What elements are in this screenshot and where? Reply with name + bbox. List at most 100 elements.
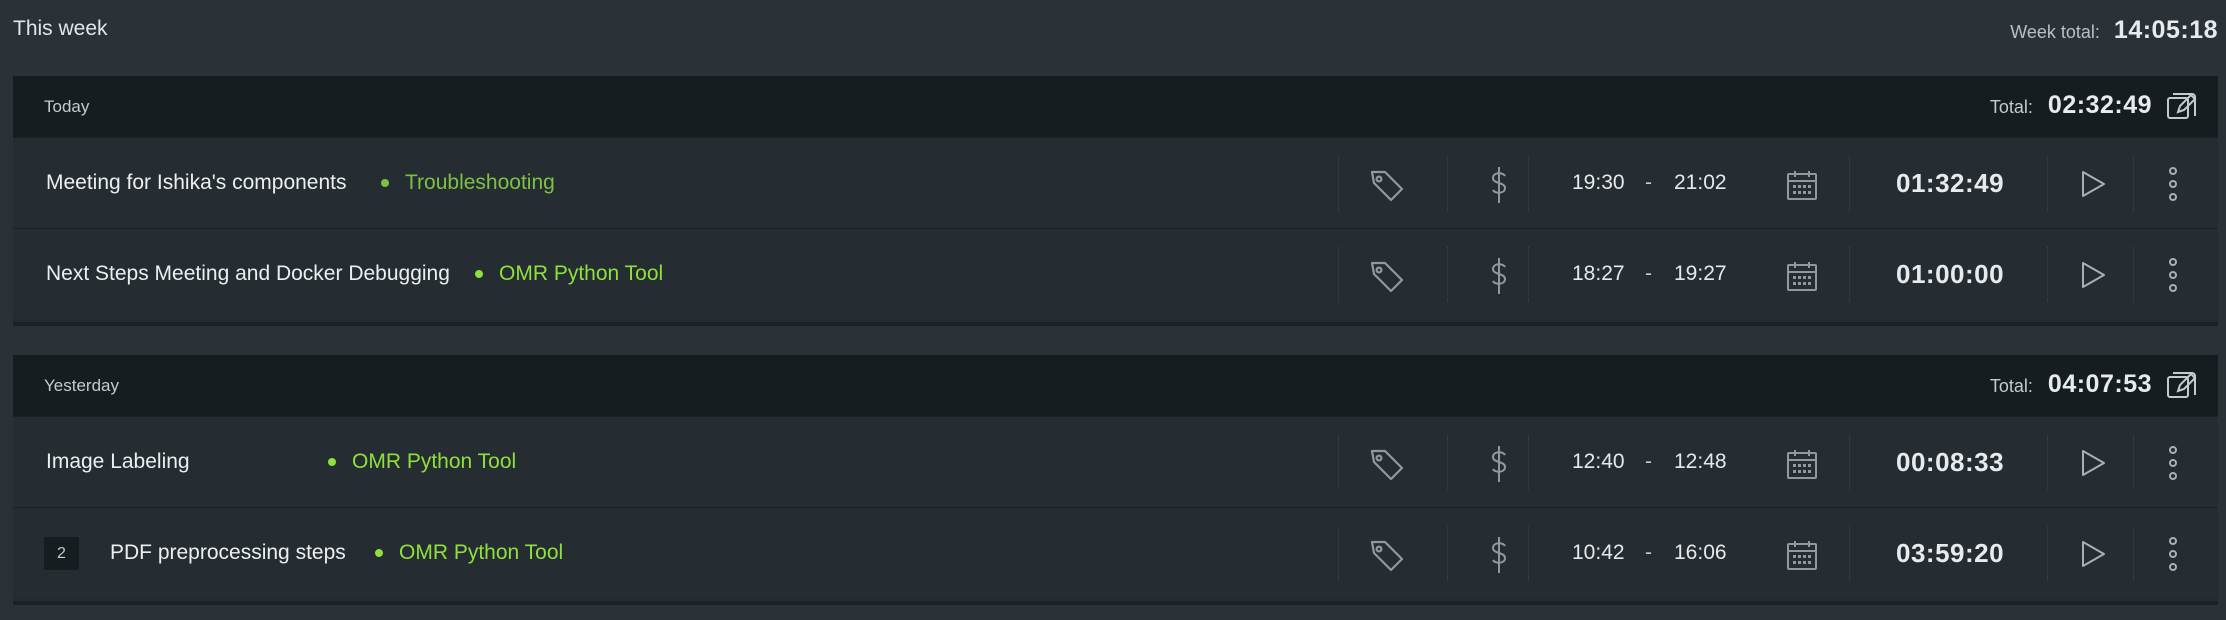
dollar-icon[interactable] [1490, 444, 1508, 489]
tag-icon[interactable] [1369, 259, 1405, 298]
tag-icon[interactable] [1369, 447, 1405, 486]
day-group-yesterday: Yesterday Total: 04:07:53 Image Labeling… [13, 355, 2218, 605]
divider [1528, 526, 1529, 581]
end-time[interactable]: 21:02 [1674, 171, 1727, 195]
divider [2133, 247, 2134, 302]
week-header: This week Week total: 14:05:18 [0, 0, 2226, 76]
bulk-edit-icon[interactable] [2166, 92, 2198, 122]
divider [1849, 526, 1850, 581]
project-dot [381, 179, 389, 187]
time-entry-row[interactable]: Image Labeling OMR Python Tool 12:40 - 1… [13, 416, 2218, 507]
calendar-icon[interactable] [1786, 448, 1818, 485]
divider [1447, 156, 1448, 211]
dollar-icon[interactable] [1490, 165, 1508, 210]
project-dot [328, 458, 336, 466]
day-total: Total: 04:07:53 [1990, 370, 2152, 399]
play-icon[interactable] [2080, 449, 2106, 482]
divider [1849, 156, 1850, 211]
divider [1447, 435, 1448, 490]
day-label: Yesterday [44, 376, 119, 395]
entry-duration[interactable]: 03:59:20 [1896, 538, 2004, 569]
day-total-label: Total: [1989, 97, 2033, 117]
divider [1849, 435, 1850, 490]
day-header: Yesterday Total: 04:07:53 [13, 355, 2218, 416]
time-dash: - [1645, 450, 1652, 473]
calendar-icon[interactable] [1786, 539, 1818, 576]
dollar-icon[interactable] [1490, 535, 1508, 580]
entry-project[interactable]: OMR Python Tool [475, 262, 663, 286]
divider [2047, 156, 2048, 211]
end-time[interactable]: 16:06 [1674, 541, 1727, 565]
divider [2047, 526, 2048, 581]
start-time[interactable]: 19:30 [1572, 171, 1625, 195]
entry-project[interactable]: OMR Python Tool [375, 541, 563, 565]
day-label: Today [44, 97, 90, 116]
entries-list: Image Labeling OMR Python Tool 12:40 - 1… [13, 416, 2218, 598]
play-icon[interactable] [2080, 540, 2106, 573]
project-name: OMR Python Tool [399, 541, 564, 564]
play-icon[interactable] [2080, 261, 2106, 294]
entry-duration[interactable]: 00:08:33 [1896, 447, 2004, 478]
project-dot [375, 549, 383, 557]
time-dash: - [1645, 171, 1652, 194]
entry-description[interactable]: PDF preprocessing steps [110, 541, 346, 565]
divider [1849, 247, 1850, 302]
divider [2133, 526, 2134, 581]
more-vertical-icon[interactable] [2168, 445, 2178, 486]
calendar-icon[interactable] [1786, 169, 1818, 206]
divider [1338, 526, 1339, 581]
tag-icon[interactable] [1369, 168, 1405, 207]
play-icon[interactable] [2080, 170, 2106, 203]
project-dot [475, 270, 483, 278]
time-dash: - [1645, 262, 1652, 285]
week-total-value: 14:05:18 [2113, 16, 2218, 44]
day-total-value: 02:32:49 [2047, 91, 2152, 119]
project-name: Troubleshooting [405, 171, 555, 194]
day-total-label: Total: [1989, 376, 2033, 396]
divider [2047, 247, 2048, 302]
day-total-value: 04:07:53 [2047, 370, 2152, 398]
entry-project[interactable]: Troubleshooting [381, 171, 555, 195]
week-title: This week [13, 17, 108, 40]
project-name: OMR Python Tool [352, 450, 517, 473]
divider [2133, 156, 2134, 211]
divider [1528, 247, 1529, 302]
divider [1447, 526, 1448, 581]
divider [1338, 156, 1339, 211]
divider [1528, 156, 1529, 211]
end-time[interactable]: 12:48 [1674, 450, 1727, 474]
calendar-icon[interactable] [1786, 260, 1818, 297]
start-time[interactable]: 18:27 [1572, 262, 1625, 286]
entry-duration[interactable]: 01:00:00 [1896, 259, 2004, 290]
week-total: Week total: 14:05:18 [2010, 16, 2218, 45]
divider [1528, 435, 1529, 490]
divider [2047, 435, 2048, 490]
time-entry-row[interactable]: 2 PDF preprocessing steps OMR Python Too… [13, 507, 2218, 598]
start-time[interactable]: 12:40 [1572, 450, 1625, 474]
bulk-edit-icon[interactable] [2166, 371, 2198, 401]
day-group-today: Today Total: 02:32:49 Meeting for Ishika… [13, 76, 2218, 326]
start-time[interactable]: 10:42 [1572, 541, 1625, 565]
tag-icon[interactable] [1369, 538, 1405, 577]
more-vertical-icon[interactable] [2168, 257, 2178, 298]
entries-list: Meeting for Ishika's components Troubles… [13, 137, 2218, 319]
more-vertical-icon[interactable] [2168, 166, 2178, 207]
entry-description[interactable]: Image Labeling [46, 450, 190, 474]
end-time[interactable]: 19:27 [1674, 262, 1727, 286]
day-total: Total: 02:32:49 [1990, 91, 2152, 120]
more-vertical-icon[interactable] [2168, 536, 2178, 577]
entry-project[interactable]: OMR Python Tool [328, 450, 516, 474]
entry-description[interactable]: Meeting for Ishika's components [46, 171, 347, 195]
project-name: OMR Python Tool [499, 262, 664, 285]
entry-description[interactable]: Next Steps Meeting and Docker Debugging [46, 262, 450, 286]
time-entry-row[interactable]: Meeting for Ishika's components Troubles… [13, 137, 2218, 228]
day-header: Today Total: 02:32:49 [13, 76, 2218, 137]
divider [2133, 435, 2134, 490]
divider [1447, 247, 1448, 302]
time-entry-row[interactable]: Next Steps Meeting and Docker Debugging … [13, 228, 2218, 319]
entry-duration[interactable]: 01:32:49 [1896, 168, 2004, 199]
divider [1338, 247, 1339, 302]
entry-count-badge[interactable]: 2 [44, 537, 79, 570]
dollar-icon[interactable] [1490, 256, 1508, 301]
divider [1338, 435, 1339, 490]
